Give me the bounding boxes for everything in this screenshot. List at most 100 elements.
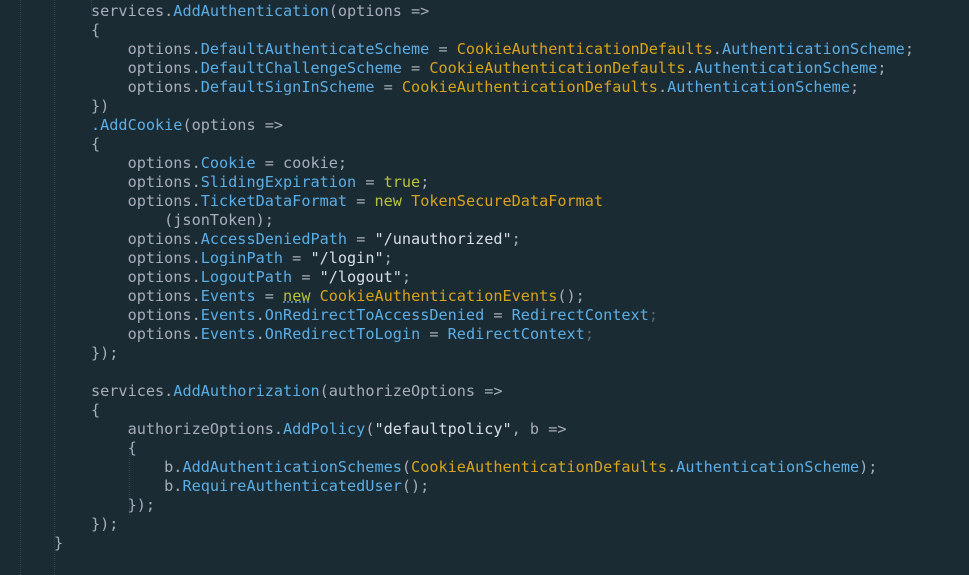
code-token: (authorizeOptions =>: [319, 382, 503, 400]
code-token: =: [356, 173, 384, 191]
code-token: ;: [584, 325, 594, 343]
code-token: options.: [91, 287, 201, 305]
code-token: AddPolicy: [283, 420, 366, 438]
code-token: options.: [91, 78, 201, 96]
code-token: (: [401, 458, 412, 476]
code-token: RedirectContext: [447, 325, 585, 343]
code-line[interactable]: });: [91, 515, 118, 534]
code-line[interactable]: options.DefaultAuthenticateScheme = Cook…: [91, 40, 914, 59]
code-line[interactable]: options.LoginPath = "/login";: [91, 249, 393, 268]
code-token: (options =>: [328, 2, 430, 20]
code-token: .: [667, 458, 677, 476]
code-token: options.: [91, 154, 201, 172]
code-token: ;: [420, 173, 430, 191]
code-line[interactable]: options.TicketDataFormat = new TokenSecu…: [91, 192, 604, 211]
code-token: .: [712, 40, 722, 58]
code-token: AccessDeniedPath: [200, 230, 348, 248]
code-line[interactable]: {: [91, 21, 100, 40]
code-line[interactable]: b.RequireAuthenticatedUser();: [91, 477, 429, 496]
code-token: {: [91, 439, 137, 457]
code-line[interactable]: options.DefaultSignInScheme = CookieAuth…: [91, 78, 860, 97]
code-token: TicketDataFormat: [200, 192, 348, 210]
code-token: =: [429, 40, 457, 58]
code-token: });: [91, 515, 119, 533]
code-token: Events: [200, 325, 256, 343]
code-token: CookieAuthenticationDefaults: [429, 59, 686, 77]
code-token: });: [91, 496, 156, 514]
code-line[interactable]: (jsonToken);: [91, 211, 274, 230]
code-token: "defaultpolicy": [374, 420, 512, 438]
code-token: SlidingExpiration: [200, 173, 357, 191]
code-token: "/logout": [319, 268, 402, 286]
code-token: {: [91, 135, 101, 153]
code-token: =: [401, 59, 430, 77]
code-line[interactable]: services.AddAuthorization(authorizeOptio…: [91, 382, 502, 401]
code-line[interactable]: });: [91, 496, 155, 515]
code-token: options.: [91, 325, 201, 343]
code-token: }): [91, 97, 110, 115]
code-line[interactable]: options.Events.OnRedirectToLogin = Redir…: [91, 325, 594, 344]
code-line[interactable]: {: [91, 135, 100, 154]
code-token: options.: [91, 59, 201, 77]
code-line[interactable]: {: [91, 439, 137, 458]
code-token: Events: [200, 287, 256, 305]
code-token: DefaultSignInScheme: [200, 78, 375, 96]
code-token: );: [859, 458, 878, 476]
code-editor[interactable]: services.AddAuthentication(options =>{ o…: [0, 0, 969, 575]
code-line[interactable]: });: [91, 344, 118, 363]
code-token: options.: [91, 40, 201, 58]
code-token: new: [283, 287, 311, 305]
code-token: options.: [91, 268, 201, 286]
code-token: = cookie;: [255, 154, 348, 172]
code-token: RequireAuthenticatedUser: [182, 477, 402, 495]
code-token: =: [283, 249, 311, 267]
code-token: =: [255, 287, 284, 305]
code-token: services.: [91, 2, 174, 20]
code-token: .: [657, 78, 668, 96]
code-token: TokenSecureDataFormat: [411, 192, 604, 210]
code-token: true: [383, 173, 421, 191]
code-token: CookieAuthenticationEvents: [319, 287, 558, 305]
code-token: ;: [383, 249, 393, 267]
code-line[interactable]: .AddCookie(options =>: [91, 116, 283, 135]
code-line[interactable]: }: [54, 534, 63, 553]
code-token: .: [255, 325, 265, 343]
code-token: .AddCookie: [91, 116, 183, 134]
code-token: OnRedirectToAccessDenied: [264, 306, 485, 324]
code-token: ;: [904, 40, 914, 58]
code-token: , b =>: [511, 420, 567, 438]
indent-guide: [54, 0, 55, 575]
code-token: .: [685, 59, 695, 77]
code-line[interactable]: {: [91, 401, 100, 420]
code-line[interactable]: services.AddAuthentication(options =>: [91, 2, 429, 21]
code-line[interactable]: options.Events = new CookieAuthenticatio…: [91, 287, 585, 306]
code-token: DefaultChallengeScheme: [200, 59, 402, 77]
code-token: options.: [91, 249, 201, 267]
code-line[interactable]: }): [91, 97, 109, 116]
code-token: AuthenticationScheme: [721, 40, 905, 58]
code-token: AuthenticationScheme: [694, 59, 878, 77]
code-token: LoginPath: [200, 249, 284, 267]
code-token: b.: [91, 458, 183, 476]
code-token: "/login": [310, 249, 384, 267]
code-token: RedirectContext: [511, 306, 649, 324]
code-token: =: [484, 306, 512, 324]
code-line[interactable]: options.Events.OnRedirectToAccessDenied …: [91, 306, 658, 325]
code-token: CookieAuthenticationDefaults: [411, 458, 668, 476]
code-line[interactable]: options.AccessDeniedPath = "/unauthorize…: [91, 230, 521, 249]
code-token: AddAuthorization: [173, 382, 320, 400]
code-line[interactable]: options.DefaultChallengeScheme = CookieA…: [91, 59, 887, 78]
code-line[interactable]: options.SlidingExpiration = true;: [91, 173, 430, 192]
code-line[interactable]: authorizeOptions.AddPolicy("defaultpolic…: [91, 420, 567, 439]
code-token: }: [54, 534, 64, 552]
code-token: "/unauthorized": [374, 230, 512, 248]
code-token: =: [347, 192, 375, 210]
code-line[interactable]: options.LogoutPath = "/logout";: [91, 268, 412, 287]
code-line[interactable]: b.AddAuthenticationSchemes(CookieAuthent…: [91, 458, 877, 477]
code-line[interactable]: options.Cookie = cookie;: [91, 154, 347, 173]
code-token: =: [347, 230, 375, 248]
code-token: Cookie: [200, 154, 256, 172]
code-token: AuthenticationScheme: [676, 458, 860, 476]
